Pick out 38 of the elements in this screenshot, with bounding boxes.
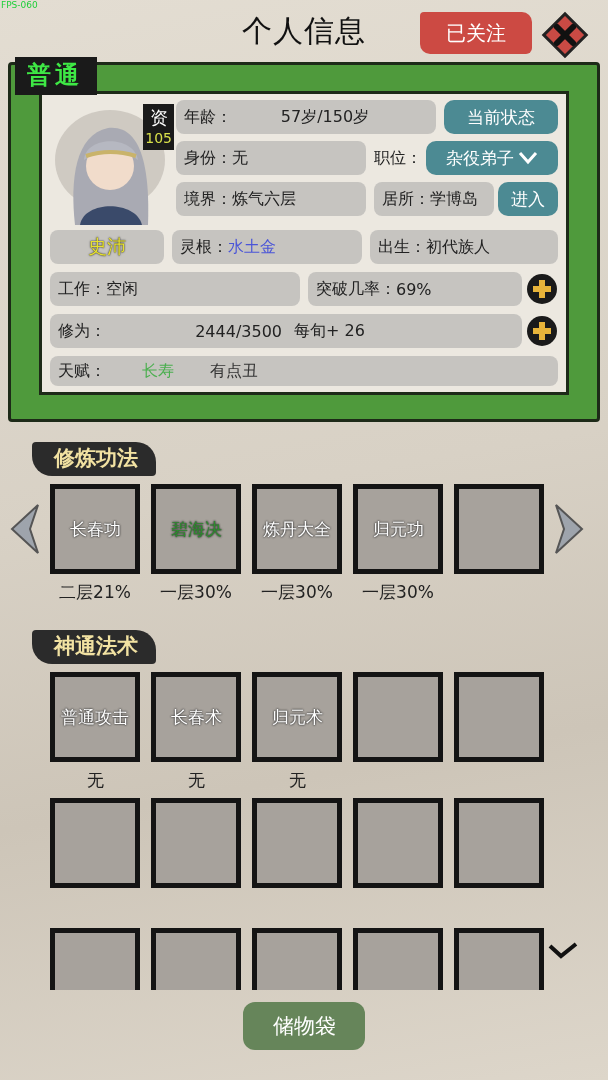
- skill-name: 归元功: [372, 517, 424, 541]
- skill-name: 长春功: [69, 517, 121, 541]
- character-name: 史沛: [50, 230, 164, 264]
- aptitude-label: 资: [149, 106, 168, 130]
- field-label: 天赋：: [58, 360, 106, 382]
- fps-counter: FPS-060: [1, 0, 38, 10]
- field-label: 境界：: [184, 188, 232, 210]
- field-value: 69%: [396, 279, 432, 299]
- field-value: 学博岛: [430, 188, 478, 210]
- aptitude-value: 105: [145, 130, 172, 146]
- field-value: 空闲: [106, 278, 138, 300]
- field-label: 突破几率：: [316, 278, 396, 300]
- field-label: 出生：: [378, 236, 426, 258]
- field-label: 居所：: [382, 188, 430, 210]
- field-value: 57岁/150岁: [280, 106, 371, 128]
- field-label: 年龄：: [184, 106, 232, 128]
- skill-name: 普通攻击: [61, 705, 129, 729]
- talent-tag: 有点丑: [210, 360, 258, 382]
- field-label: 修为：: [58, 320, 106, 342]
- field-label: 身份：: [184, 147, 232, 169]
- skill-name: 碧海决: [170, 517, 222, 541]
- rank-label: 普通: [15, 57, 97, 95]
- field-value: 初代族人: [426, 236, 490, 258]
- talent-tag: 长寿: [142, 360, 174, 382]
- skill-name: 归元术: [271, 705, 323, 729]
- field-value: 无: [232, 147, 248, 169]
- field-label: 灵根：: [180, 236, 228, 258]
- section-title: 神通法术: [32, 630, 156, 664]
- field-label: 工作：: [58, 278, 106, 300]
- cultivation-rate: 每旬+ 26: [294, 320, 366, 342]
- field-value: 炼气六层: [232, 188, 296, 210]
- skill-name: 炼丹大全: [263, 517, 331, 541]
- field-value: 水土金: [228, 236, 276, 258]
- page-title: 个人信息: [242, 11, 366, 50]
- section-title: 修炼功法: [32, 442, 156, 476]
- skill-name: 长春术: [170, 705, 222, 729]
- field-label: 职位：: [374, 147, 422, 169]
- field-value: 2444/3500: [195, 321, 282, 341]
